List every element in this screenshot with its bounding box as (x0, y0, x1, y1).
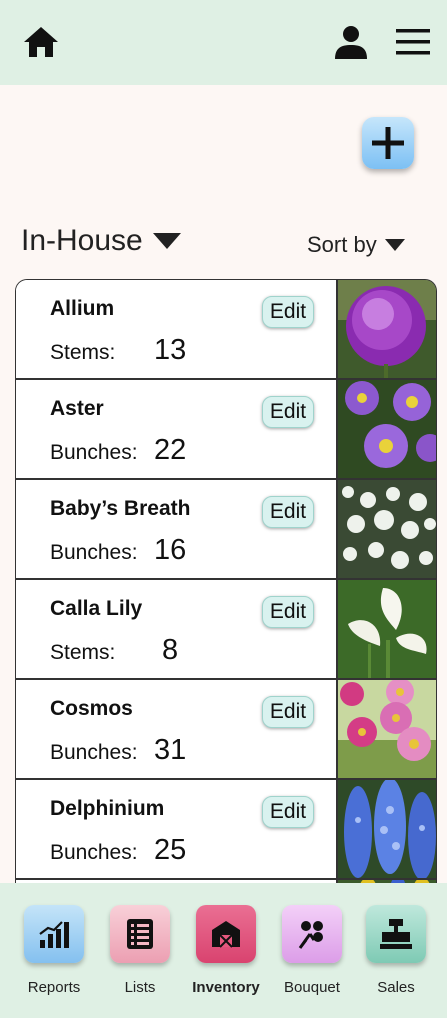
flower-name: Calla Lily (50, 597, 143, 620)
flower-name: Delphinium (50, 797, 165, 820)
nav-sales-tile[interactable] (366, 905, 426, 963)
quantity-unit: Bunches: (50, 841, 138, 864)
list-item[interactable]: Cosmos Bunches: 31 Edit (16, 680, 436, 780)
flower-photo-allium (338, 280, 436, 378)
quantity-value: 22 (154, 434, 187, 466)
location-filter-dropdown[interactable]: In-House (21, 224, 181, 258)
flower-name: Aster (50, 397, 104, 420)
nav-inventory-tile[interactable] (196, 905, 256, 963)
bottom-navigation: Reports Lists Inventory Bouquet Sales (0, 883, 447, 1018)
nav-lists-label: Lists (124, 979, 156, 996)
quantity-value: 13 (154, 334, 187, 366)
nav-reports-label: Reports (27, 979, 81, 996)
nav-lists[interactable]: Lists (100, 905, 180, 996)
flower-name: Cosmos (50, 697, 133, 720)
bouquet-icon (298, 921, 323, 949)
quantity-value: 16 (154, 534, 187, 566)
add-item-button[interactable] (362, 117, 414, 169)
edit-button[interactable]: Edit (262, 496, 314, 528)
barn-icon (212, 921, 240, 948)
dropdown-arrow-icon (152, 233, 181, 249)
location-filter-label: In-House (21, 224, 143, 257)
quantity-unit: Bunches: (50, 741, 138, 764)
flower-photo-calla-lily (338, 580, 436, 678)
flower-photo-cosmos (338, 680, 436, 778)
sort-dropdown[interactable]: Sort by (307, 232, 405, 258)
plus-icon (372, 127, 404, 159)
flower-photo-delphinium (338, 780, 436, 878)
bar-chart-icon (39, 921, 69, 948)
quantity-value: 25 (154, 834, 187, 866)
flower-photo-babys-breath (338, 480, 436, 578)
list-item[interactable]: Baby’s Breath Bunches: 16 Edit (16, 480, 436, 580)
nav-lists-tile[interactable] (110, 905, 170, 963)
list-item[interactable]: Aster Bunches: 22 Edit (16, 380, 436, 480)
quantity-value: 31 (154, 734, 187, 766)
nav-sales-label: Sales (377, 979, 415, 996)
nav-bouquet-tile[interactable] (282, 905, 342, 963)
quantity-value: 8 (162, 634, 179, 666)
sort-label: Sort by (307, 232, 377, 257)
nav-reports-tile[interactable] (24, 905, 84, 963)
quantity-unit: Bunches: (50, 441, 138, 464)
inventory-list[interactable]: Allium Stems: 13 Edit Aster Bunches: 22 … (15, 279, 437, 884)
quantity-unit: Stems: (50, 341, 116, 364)
nav-inventory-label: Inventory (192, 979, 260, 996)
list-item[interactable]: Calla Lily Stems: 8 Edit (16, 580, 436, 680)
hamburger-menu-icon[interactable] (392, 22, 434, 62)
quantity-unit: Stems: (50, 641, 116, 664)
nav-reports[interactable]: Reports (14, 905, 94, 996)
user-icon[interactable] (330, 22, 372, 62)
list-icon (127, 919, 153, 949)
flower-name: Allium (50, 297, 115, 320)
cash-register-icon (380, 919, 412, 949)
nav-bouquet[interactable]: Bouquet (272, 905, 352, 996)
nav-inventory[interactable]: Inventory (186, 905, 266, 996)
sort-arrow-icon (384, 239, 405, 251)
list-item[interactable]: Delphinium Bunches: 25 Edit (16, 780, 436, 880)
edit-button[interactable]: Edit (262, 596, 314, 628)
home-icon[interactable] (20, 22, 62, 62)
list-item[interactable]: Allium Stems: 13 Edit (16, 280, 436, 380)
nav-bouquet-label: Bouquet (284, 979, 340, 996)
nav-sales[interactable]: Sales (356, 905, 436, 996)
flower-photo-aster (338, 380, 436, 478)
edit-button[interactable]: Edit (262, 396, 314, 428)
top-bar (0, 0, 447, 85)
quantity-unit: Bunches: (50, 541, 138, 564)
edit-button[interactable]: Edit (262, 796, 314, 828)
edit-button[interactable]: Edit (262, 696, 314, 728)
flower-name: Baby’s Breath (50, 497, 191, 520)
edit-button[interactable]: Edit (262, 296, 314, 328)
